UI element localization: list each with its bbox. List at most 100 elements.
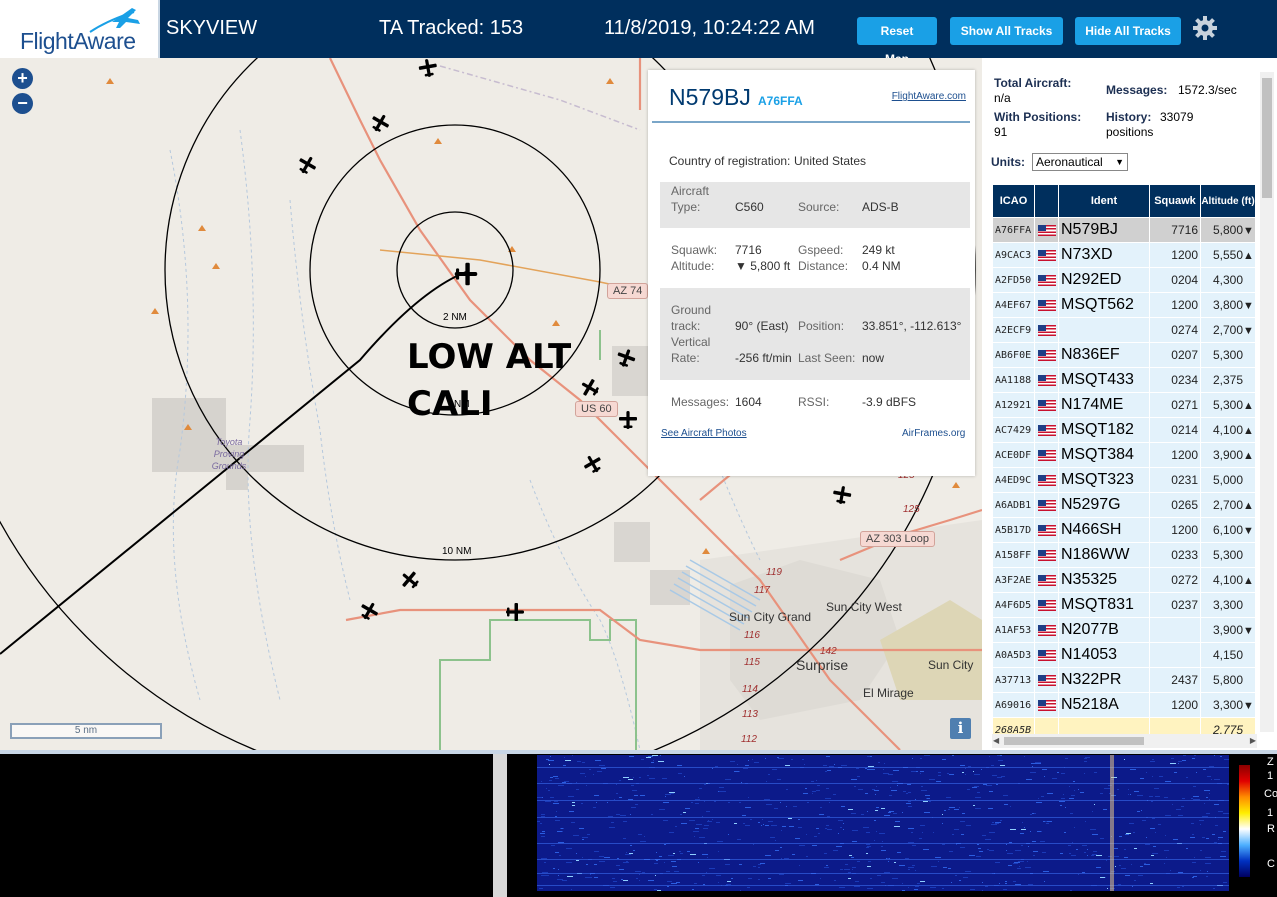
altitude-cell: 5,000 [1200, 467, 1256, 493]
icao-cell: A3F2AE [992, 567, 1035, 593]
history-label: History: [1106, 110, 1152, 124]
aircraft-table-row[interactable]: A2ECF9 0274 2,700▼ [992, 317, 1256, 343]
last-seen-value: now [862, 351, 885, 365]
aircraft-table-row[interactable]: A2FD50 N292ED 0204 4,300 [992, 267, 1256, 293]
altitude-value: 4,150 [1212, 648, 1243, 662]
aircraft-photos-link[interactable]: See Aircraft Photos [661, 428, 747, 439]
scrollbar-thumb[interactable] [1004, 737, 1144, 745]
flightaware-logo[interactable]: FlightAware [0, 0, 160, 58]
altitude-value: 4,300 [1212, 273, 1243, 287]
aircraft-table-row[interactable]: AC7429 MSQT182 0214 4,100▲ [992, 417, 1256, 443]
aircraft-table-row[interactable]: ACE0DF MSQT384 1200 3,900▲ [992, 442, 1256, 468]
altitude-value: ▼ 5,800 ft [735, 259, 791, 273]
aircraft-table-row[interactable]: A76FFA N579BJ 7716 5,800▼ [992, 217, 1256, 243]
aircraft-icon[interactable] [367, 110, 393, 136]
aircraft-table-row[interactable]: A4EF67 MSQT562 1200 3,800▼ [992, 292, 1256, 318]
reset-map-button[interactable]: Reset Map [857, 17, 937, 66]
aircraft-icon[interactable] [580, 451, 606, 477]
aircraft-icon[interactable] [614, 346, 638, 370]
aircraft-table-row[interactable]: A37713 N322PR 2437 5,800 [992, 667, 1256, 693]
country-flag-cell [1034, 267, 1059, 293]
column-header-altitude[interactable]: Altitude (ft) [1200, 184, 1256, 218]
aircraft-table-row[interactable]: A1AF53 N2077B 3,900▼ [992, 617, 1256, 643]
icao-cell: A9CAC3 [992, 242, 1035, 268]
aircraft-table-row[interactable]: A9CAC3 N73XD 1200 5,550▲ [992, 242, 1256, 268]
with-positions-label: With Positions: [994, 110, 1082, 124]
aircraft-table-row[interactable]: A69016 N5218A 1200 3,300▼ [992, 692, 1256, 718]
us-flag-icon [1037, 299, 1056, 311]
column-header-icao[interactable]: ICAO [992, 184, 1035, 218]
selected-icao: A76FFA [758, 94, 803, 108]
scrollbar-thumb[interactable] [1262, 78, 1272, 198]
aircraft-icon[interactable] [417, 58, 439, 79]
waterfall-control-label: Z [1267, 756, 1274, 768]
panel-shade [660, 288, 970, 380]
altitude-cell: 4,300 [1200, 267, 1256, 293]
road-label-us60: US 60 [575, 401, 618, 417]
aircraft-table-row[interactable]: A0A5D3 N14053 4,150 [992, 642, 1256, 668]
column-header-flag[interactable] [1034, 184, 1059, 218]
aircraft-icon[interactable] [619, 411, 637, 429]
squawk-cell: 0237 [1149, 592, 1201, 618]
aircraft-table-row[interactable]: A12921 N174ME 0271 5,300▲ [992, 392, 1256, 418]
aircraft-table-row[interactable]: A5B17D N466SH 1200 6,100▼ [992, 517, 1256, 543]
aircraft-icon[interactable] [577, 375, 603, 401]
icao-cell: A12921 [992, 392, 1035, 418]
icao-cell: ACE0DF [992, 442, 1035, 468]
show-all-tracks-button[interactable]: Show All Tracks [950, 17, 1063, 45]
column-header-squawk[interactable]: Squawk [1149, 184, 1201, 218]
altitude-trend-icon: ▼ [1243, 300, 1254, 312]
aircraft-table-row[interactable]: A6ADB1 N5297G 0265 2,700▲ [992, 492, 1256, 518]
source-value: ADS-B [862, 200, 899, 214]
road-label-az303: AZ 303 Loop [860, 531, 935, 547]
aircraft-icon[interactable] [294, 152, 320, 178]
aircraft-table-row[interactable]: AB6F0E N836EF 0207 5,300 [992, 342, 1256, 368]
aircraft-icon[interactable] [506, 603, 524, 621]
altitude-trend-icon: ▲ [1243, 400, 1254, 412]
icao-cell: AC7429 [992, 417, 1035, 443]
ident-cell: N73XD [1058, 242, 1150, 268]
messages-label: Messages: [671, 395, 730, 409]
altitude-value: 5,800 [1212, 673, 1243, 687]
flightaware-link[interactable]: FlightAware.com [892, 91, 966, 102]
icao-cell: A76FFA [992, 217, 1035, 243]
vertical-scrollbar[interactable] [1260, 72, 1274, 732]
place-label: Surprise [796, 657, 849, 673]
hide-all-tracks-button[interactable]: Hide All Tracks [1075, 17, 1181, 45]
aircraft-table-row[interactable]: A4F6D5 MSQT831 0237 3,300 [992, 592, 1256, 618]
zoom-out-button[interactable]: − [12, 93, 33, 114]
aircraft-icon[interactable] [397, 567, 423, 593]
airframes-link[interactable]: AirFrames.org [902, 428, 965, 439]
us-flag-icon [1037, 374, 1056, 386]
spectrum-waterfall[interactable] [537, 755, 1229, 891]
icao-cell: A4F6D5 [992, 592, 1035, 618]
altitude-value: 2,375 [1212, 373, 1243, 387]
us-flag-icon [1037, 599, 1056, 611]
aircraft-table-row[interactable]: A158FF N186WW 0233 5,300 [992, 542, 1256, 568]
ground-track-label-2: track: [671, 319, 701, 333]
altitude-value: 3,300 [1212, 698, 1243, 712]
scroll-right-icon[interactable]: ▶ [1250, 736, 1256, 745]
zoom-in-button[interactable]: + [12, 68, 33, 89]
horizontal-scrollbar[interactable]: ◀ ▶ [992, 734, 1257, 748]
map-info-button[interactable]: i [950, 718, 971, 739]
highway-number: 113 [742, 709, 758, 720]
column-header-ident[interactable]: Ident [1058, 184, 1150, 218]
gear-icon[interactable] [1192, 15, 1218, 41]
aircraft-table-row[interactable]: AA1188 MSQT433 0234 2,375 [992, 367, 1256, 393]
icao-cell: A37713 [992, 667, 1035, 693]
squawk-cell [1149, 642, 1201, 668]
aircraft-icon[interactable] [831, 484, 853, 506]
selected-aircraft-icon[interactable] [454, 262, 478, 286]
aircraft-icon[interactable] [356, 598, 382, 624]
units-select[interactable]: Aeronautical ▼ [1032, 153, 1128, 171]
rssi-label: RSSI: [798, 395, 830, 409]
messages-rate-label: Messages: [1106, 83, 1168, 97]
aircraft-table-row[interactable]: A3F2AE N35325 0272 4,100▲ [992, 567, 1256, 593]
scroll-left-icon[interactable]: ◀ [993, 736, 999, 745]
us-flag-icon [1037, 424, 1056, 436]
history-unit: positions [1106, 125, 1154, 139]
altitude-trend-icon: ▲ [1243, 575, 1254, 587]
aircraft-table-row[interactable]: A4ED9C MSQT323 0231 5,000 [992, 467, 1256, 493]
gspeed-label: Gspeed: [798, 243, 844, 257]
